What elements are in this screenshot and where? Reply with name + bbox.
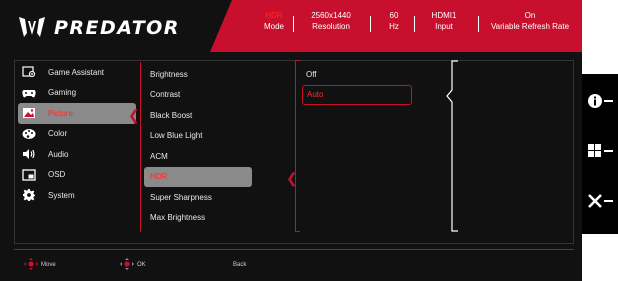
footer-ok-label: OK <box>137 262 146 268</box>
submenu-item-label: Super Sharpness <box>150 192 212 202</box>
menu-item-label: OSD <box>48 170 66 180</box>
submenu-item-label: Max Brightness <box>150 213 206 223</box>
submenu-item-label: Black Boost <box>150 110 193 120</box>
option-label: Off <box>306 69 317 79</box>
grid-layout-icon <box>588 144 613 157</box>
status-vrr: On Variable Refresh Rate <box>484 10 576 32</box>
hotkey-strip <box>582 74 618 234</box>
status-mode-label: Mode <box>263 22 284 31</box>
footer-divider <box>14 249 574 250</box>
osd-icon <box>22 169 36 181</box>
submenu-item-super-sharpness[interactable]: Super Sharpness <box>144 187 252 208</box>
gamepad-icon <box>22 87 36 99</box>
close-icon <box>588 194 613 208</box>
submenu-item-acm[interactable]: ACM <box>144 146 252 167</box>
footer-ok: OK <box>120 258 146 272</box>
menu-item-label: Color <box>48 129 68 139</box>
submenu-item-label: ACM <box>150 151 168 161</box>
submenu-item-contrast[interactable]: Contrast <box>144 85 252 106</box>
predator-emblem-icon <box>19 17 45 37</box>
status-refresh-value: 60 <box>389 11 399 20</box>
status-refresh: 60 Hz <box>380 10 408 32</box>
menu-item-osd[interactable]: OSD <box>18 165 136 186</box>
option-label: Auto <box>307 90 324 100</box>
status-vrr-label: Variable Refresh Rate <box>490 22 570 31</box>
status-input-value: HDMI1 <box>431 11 457 20</box>
status-divider <box>370 16 371 32</box>
submenu-item-max-brightness[interactable]: Max Brightness <box>144 208 252 229</box>
menu-item-color[interactable]: Color <box>18 124 136 145</box>
osd-window: PREDATOR HDR Mode 2560x1440 Resolution 6… <box>0 0 582 281</box>
status-divider <box>478 16 479 32</box>
submenu-item-label: Brightness <box>150 69 188 79</box>
status-divider <box>414 16 415 32</box>
joystick-move-icon <box>24 258 38 272</box>
status-refresh-label: Hz <box>389 22 399 31</box>
game-assistant-icon <box>22 66 36 78</box>
menu-item-label: Gaming <box>48 88 77 98</box>
menu-item-label: Audio <box>48 149 69 159</box>
footer-move: Move <box>24 258 56 272</box>
footer-back-label: Back <box>233 262 247 268</box>
status-input-label: Input <box>435 22 453 31</box>
status-resolution-value: 2560x1440 <box>311 11 351 20</box>
info-icon <box>588 94 613 108</box>
status-resolution: 2560x1440 Resolution <box>300 10 362 32</box>
menu-item-game-assistant[interactable]: Game Assistant <box>18 62 136 83</box>
exit-hotkey[interactable] <box>588 190 616 212</box>
speaker-icon <box>22 148 36 160</box>
submenu-item-label: Contrast <box>150 90 181 100</box>
status-input: HDMI1 Input <box>422 10 466 32</box>
main-menu: Game Assistant Gaming Picture Color Audi… <box>18 62 136 206</box>
picture-submenu: Brightness Contrast Black Boost Low Blue… <box>144 64 252 228</box>
brand-name: PREDATOR <box>54 17 180 39</box>
gear-icon <box>22 189 36 202</box>
status-divider <box>293 16 294 32</box>
predator-logo: PREDATOR <box>18 12 180 44</box>
submenu-item-low-blue-light[interactable]: Low Blue Light <box>144 126 252 147</box>
footer-move-label: Move <box>41 262 56 268</box>
layout-hotkey[interactable] <box>588 140 616 162</box>
submenu-item-brightness[interactable]: Brightness <box>144 64 252 85</box>
status-vrr-value: On <box>524 11 536 20</box>
status-mode: HDR Mode <box>258 10 290 32</box>
menu-item-gaming[interactable]: Gaming <box>18 83 136 104</box>
menu-item-audio[interactable]: Audio <box>18 144 136 165</box>
chevron-left-icon: ❮ <box>128 107 140 123</box>
options-bracket <box>295 60 300 232</box>
submenu-item-label: Low Blue Light <box>150 131 203 141</box>
status-mode-value: HDR <box>265 11 283 20</box>
submenu-item-label: HDR <box>150 172 168 182</box>
footer-back: Back <box>233 258 246 272</box>
submenu-item-black-boost[interactable]: Black Boost <box>144 105 252 126</box>
option-off[interactable]: Off <box>302 64 412 85</box>
header: PREDATOR HDR Mode 2560x1440 Resolution 6… <box>0 0 582 52</box>
submenu-item-hdr[interactable]: HDR <box>144 166 252 187</box>
palette-icon <box>22 128 36 140</box>
menu-item-system[interactable]: System <box>18 185 136 206</box>
menu-item-label: Game Assistant <box>48 67 105 77</box>
menu-item-picture[interactable]: Picture <box>18 103 136 124</box>
value-bracket <box>446 60 458 232</box>
joystick-press-icon <box>120 258 134 272</box>
option-auto[interactable]: Auto <box>302 84 412 105</box>
status-resolution-label: Resolution <box>312 22 350 31</box>
column-divider <box>140 62 141 232</box>
info-hotkey[interactable] <box>588 90 616 112</box>
menu-item-label: Picture <box>48 108 73 118</box>
picture-icon <box>22 107 36 119</box>
hdr-options: Off Auto <box>302 64 412 105</box>
menu-item-label: System <box>48 190 75 200</box>
